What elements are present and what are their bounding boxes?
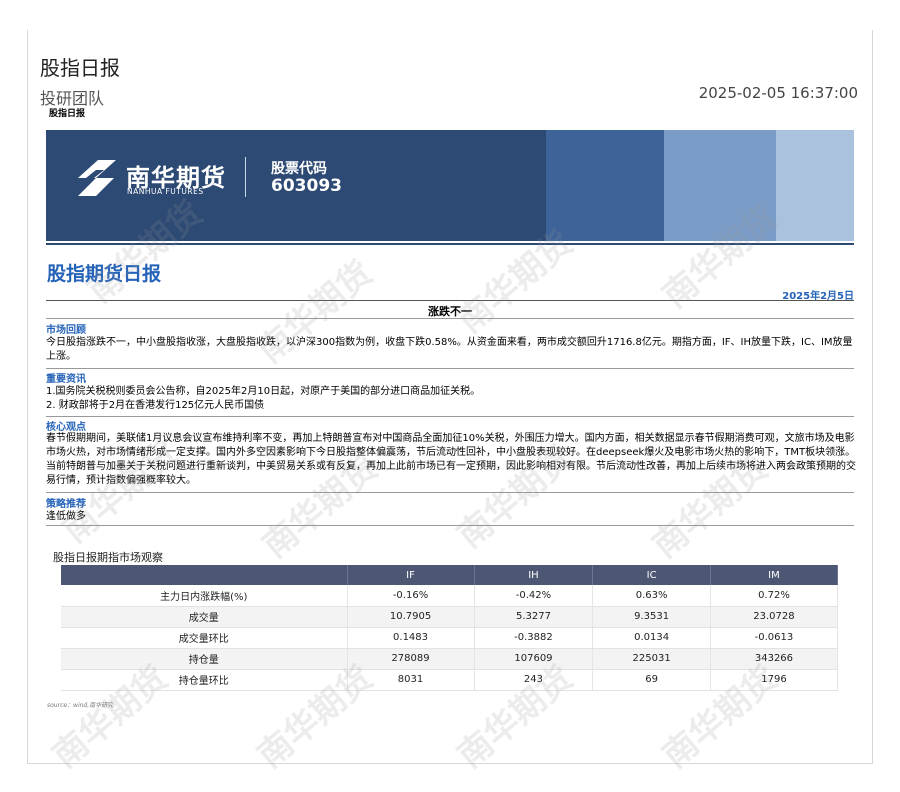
banner-block-lightest [776, 130, 854, 241]
table-header-row: IF IH IC IM [61, 565, 839, 585]
table-header-cell: IC [592, 565, 711, 585]
table-row: 成交量环比 0.1483 -0.3882 0.0134 -0.0613 [61, 627, 839, 649]
banner-divider [245, 157, 246, 197]
table-cell: 成交量 [61, 606, 348, 628]
stock-code-label: 股票代码 [271, 161, 327, 177]
table-cell: 持仓量环比 [61, 669, 348, 691]
divider [46, 416, 854, 417]
table-cell: 0.63% [592, 585, 711, 607]
report-headline: 涨跌不一 [428, 305, 472, 318]
table-cell: 持仓量 [61, 648, 348, 670]
table-header-cell [61, 565, 348, 585]
table-row: 持仓量环比 8031 243 69 1796 [61, 669, 839, 691]
table-row: 持仓量 278089 107609 225031 343266 [61, 648, 839, 670]
table-cell: -0.3882 [474, 627, 594, 649]
document-small-label: 股指日报 [49, 109, 86, 119]
section-text-market-review: 今日股指涨跌不一，中小盘股指收涨，大盘股指收跌，以沪深300指数为例，收盘下跌0… [46, 337, 853, 362]
table-cell: -0.42% [474, 585, 594, 607]
table-cell: 0.72% [710, 585, 839, 607]
table-cell: 9.3531 [592, 606, 711, 628]
table-cell: 10.7905 [347, 606, 475, 628]
report-banner: 南华期货 NANHUA FUTURES 股票代码 603093 [46, 130, 854, 241]
banner-block-mid [546, 130, 664, 241]
banner-block-light [664, 130, 776, 241]
section-text-strategy: 逢低做多 [46, 511, 86, 522]
table-cell: 107609 [474, 648, 594, 670]
banner-underline [46, 243, 854, 245]
table-cell: 23.0728 [710, 606, 839, 628]
section-text-news: 1.国务院关税税则委员会公告称，自2025年2月10日起，对原产于美国的部分进口… [46, 386, 481, 411]
stock-code-value: 603093 [271, 176, 342, 196]
table-caption: 股指日报期指市场观察 [53, 551, 163, 564]
table-header-cell: IF [347, 565, 475, 585]
section-title-core-view: 核心观点 [46, 422, 86, 433]
table-cell: 0.0134 [592, 627, 711, 649]
table-cell: 225031 [592, 648, 711, 670]
section-title-strategy: 策略推荐 [46, 499, 86, 510]
table-header-cell: IM [710, 565, 839, 585]
table-cell: 8031 [347, 669, 475, 691]
table-header-cell: IH [474, 565, 594, 585]
section-title-news: 重要资讯 [46, 374, 86, 385]
table-cell: 5.3277 [474, 606, 594, 628]
table-cell: -0.16% [347, 585, 475, 607]
divider [46, 318, 854, 319]
table-cell: -0.0613 [710, 627, 839, 649]
divider [46, 525, 854, 526]
divider [46, 492, 854, 493]
table-cell: 0.1483 [347, 627, 475, 649]
table-row: 主力日内涨跌幅(%) -0.16% -0.42% 0.63% 0.72% [61, 585, 839, 607]
market-observation-table: IF IH IC IM 主力日内涨跌幅(%) -0.16% -0.42% 0.6… [61, 565, 839, 691]
table-source-note: source：wind,南华研究 [47, 702, 114, 709]
table-cell: 主力日内涨跌幅(%) [61, 585, 348, 607]
table-cell: 成交量环比 [61, 627, 348, 649]
divider [46, 300, 854, 301]
section-text-core-view: 春节假期期间，美联储1月议息会议宣布维持利率不变，再加上特朗普宣布对中国商品全面… [46, 433, 856, 486]
table-cell: 69 [592, 669, 711, 691]
nanhua-logo-icon [78, 160, 116, 196]
table-cell: 278089 [347, 648, 475, 670]
section-title-market-review: 市场回顾 [46, 325, 86, 336]
table-cell: 343266 [710, 648, 839, 670]
document-datetime: 2025-02-05 16:37:00 [698, 84, 858, 102]
document-title: 股指日报 [40, 56, 120, 80]
company-name-en: NANHUA FUTURES [127, 187, 204, 196]
table-cell: 1796 [710, 669, 839, 691]
divider [46, 368, 854, 369]
report-title: 股指期货日报 [47, 263, 162, 285]
table-row: 成交量 10.7905 5.3277 9.3531 23.0728 [61, 606, 839, 628]
table-cell: 243 [474, 669, 594, 691]
